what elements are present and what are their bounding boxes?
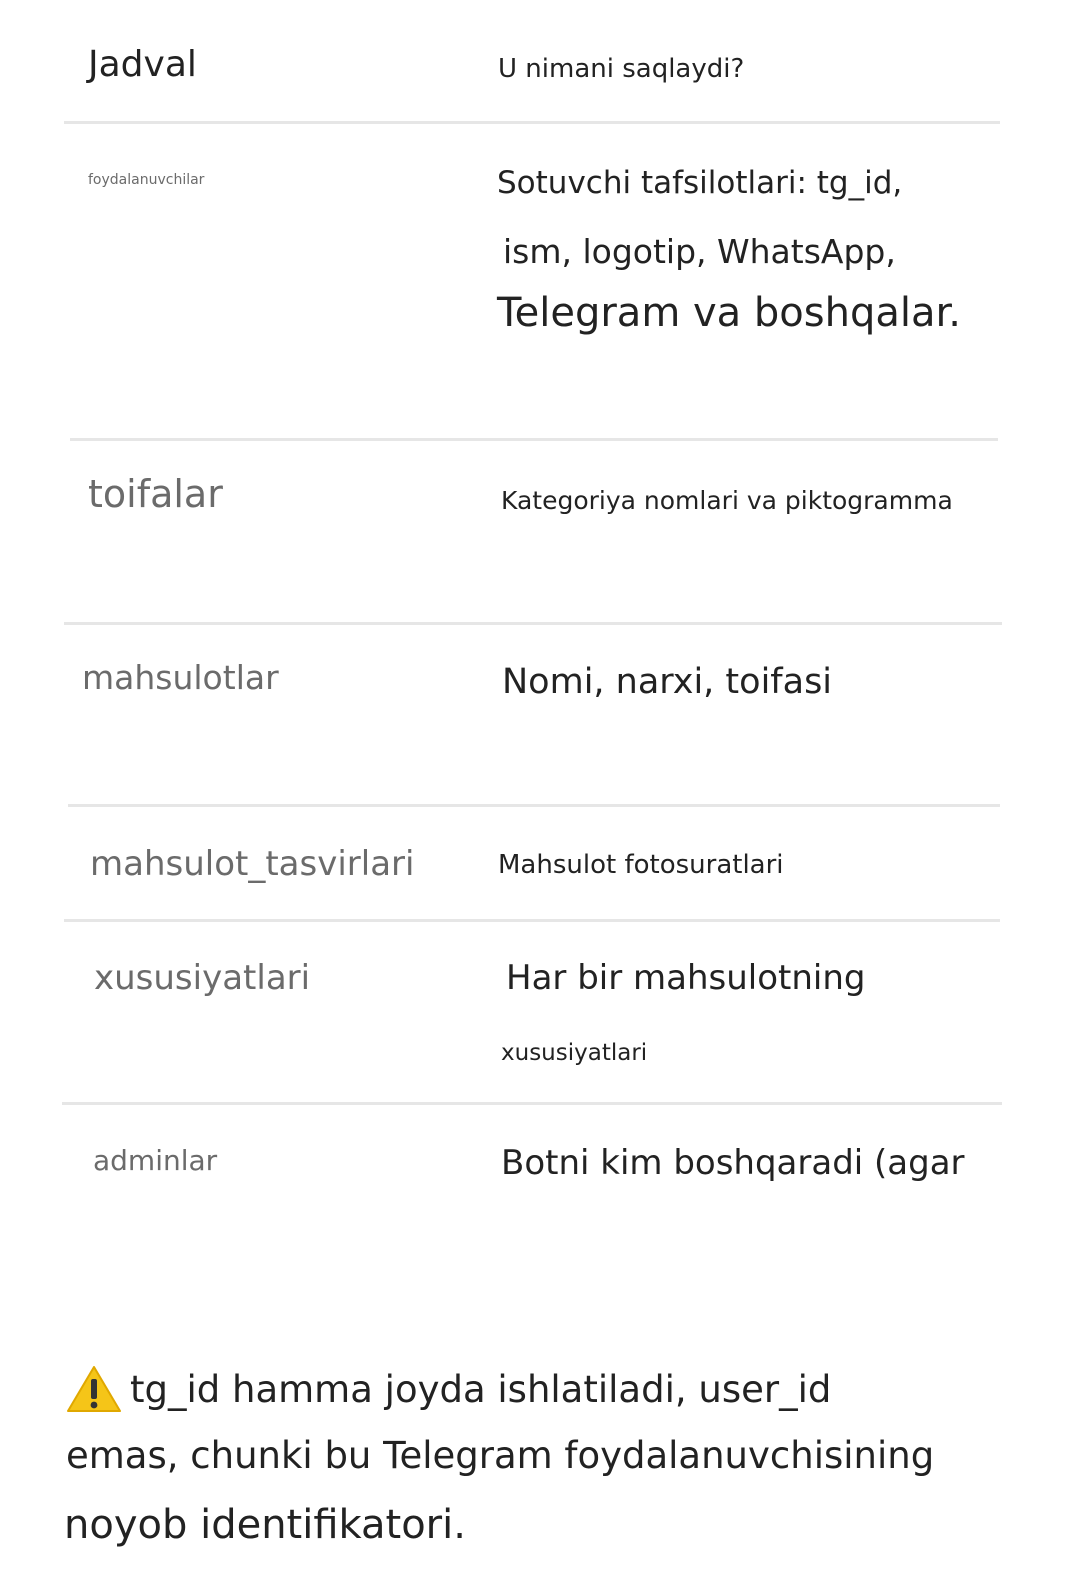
table-desc-line: Nomi, narxi, toifasi — [502, 662, 833, 702]
row-separator — [70, 438, 998, 441]
table-name-adminlar: adminlar — [93, 1144, 218, 1177]
note-line: noyob identifikatori. — [64, 1502, 466, 1548]
table-desc-line: Mahsulot fotosuratlari — [498, 850, 784, 880]
table-desc-line: Sotuvchi tafsilotlari: tg_id, — [497, 165, 903, 201]
table-name-xususiyatlari: xususiyatlari — [94, 958, 311, 998]
row-separator — [64, 622, 1002, 625]
warning-icon — [67, 1366, 121, 1412]
note-line: emas, chunki bu Telegram foydalanuvchisi… — [66, 1434, 935, 1477]
row-separator — [62, 1102, 1002, 1105]
table-name-foydalanuvchilar: foydalanuvchilar — [88, 172, 205, 188]
header-stores-column: U nimani saqlaydi? — [498, 54, 745, 84]
header-table-column: Jadval — [88, 44, 197, 85]
header-separator — [64, 121, 1000, 124]
table-desc-line: Har bir mahsulotning — [506, 958, 866, 998]
table-desc-line: ism, logotip, WhatsApp, — [503, 232, 896, 271]
table-desc-line: xususiyatlari — [501, 1040, 648, 1066]
row-separator — [68, 804, 1000, 807]
row-separator — [64, 919, 1000, 922]
table-desc-line: Telegram va boshqalar. — [497, 290, 961, 336]
table-name-mahsulotlar: mahsulotlar — [82, 658, 279, 697]
table-desc-line: Botni kim boshqaradi (agar — [501, 1143, 965, 1183]
note-line: tg_id hamma joyda ishlatiladi, user_id — [130, 1368, 832, 1411]
table-name-mahsulot-tasvirlari: mahsulot_tasvirlari — [90, 844, 415, 884]
table-name-toifalar: toifalar — [88, 472, 223, 516]
table-desc-line: Kategoriya nomlari va piktogramma — [501, 486, 953, 515]
